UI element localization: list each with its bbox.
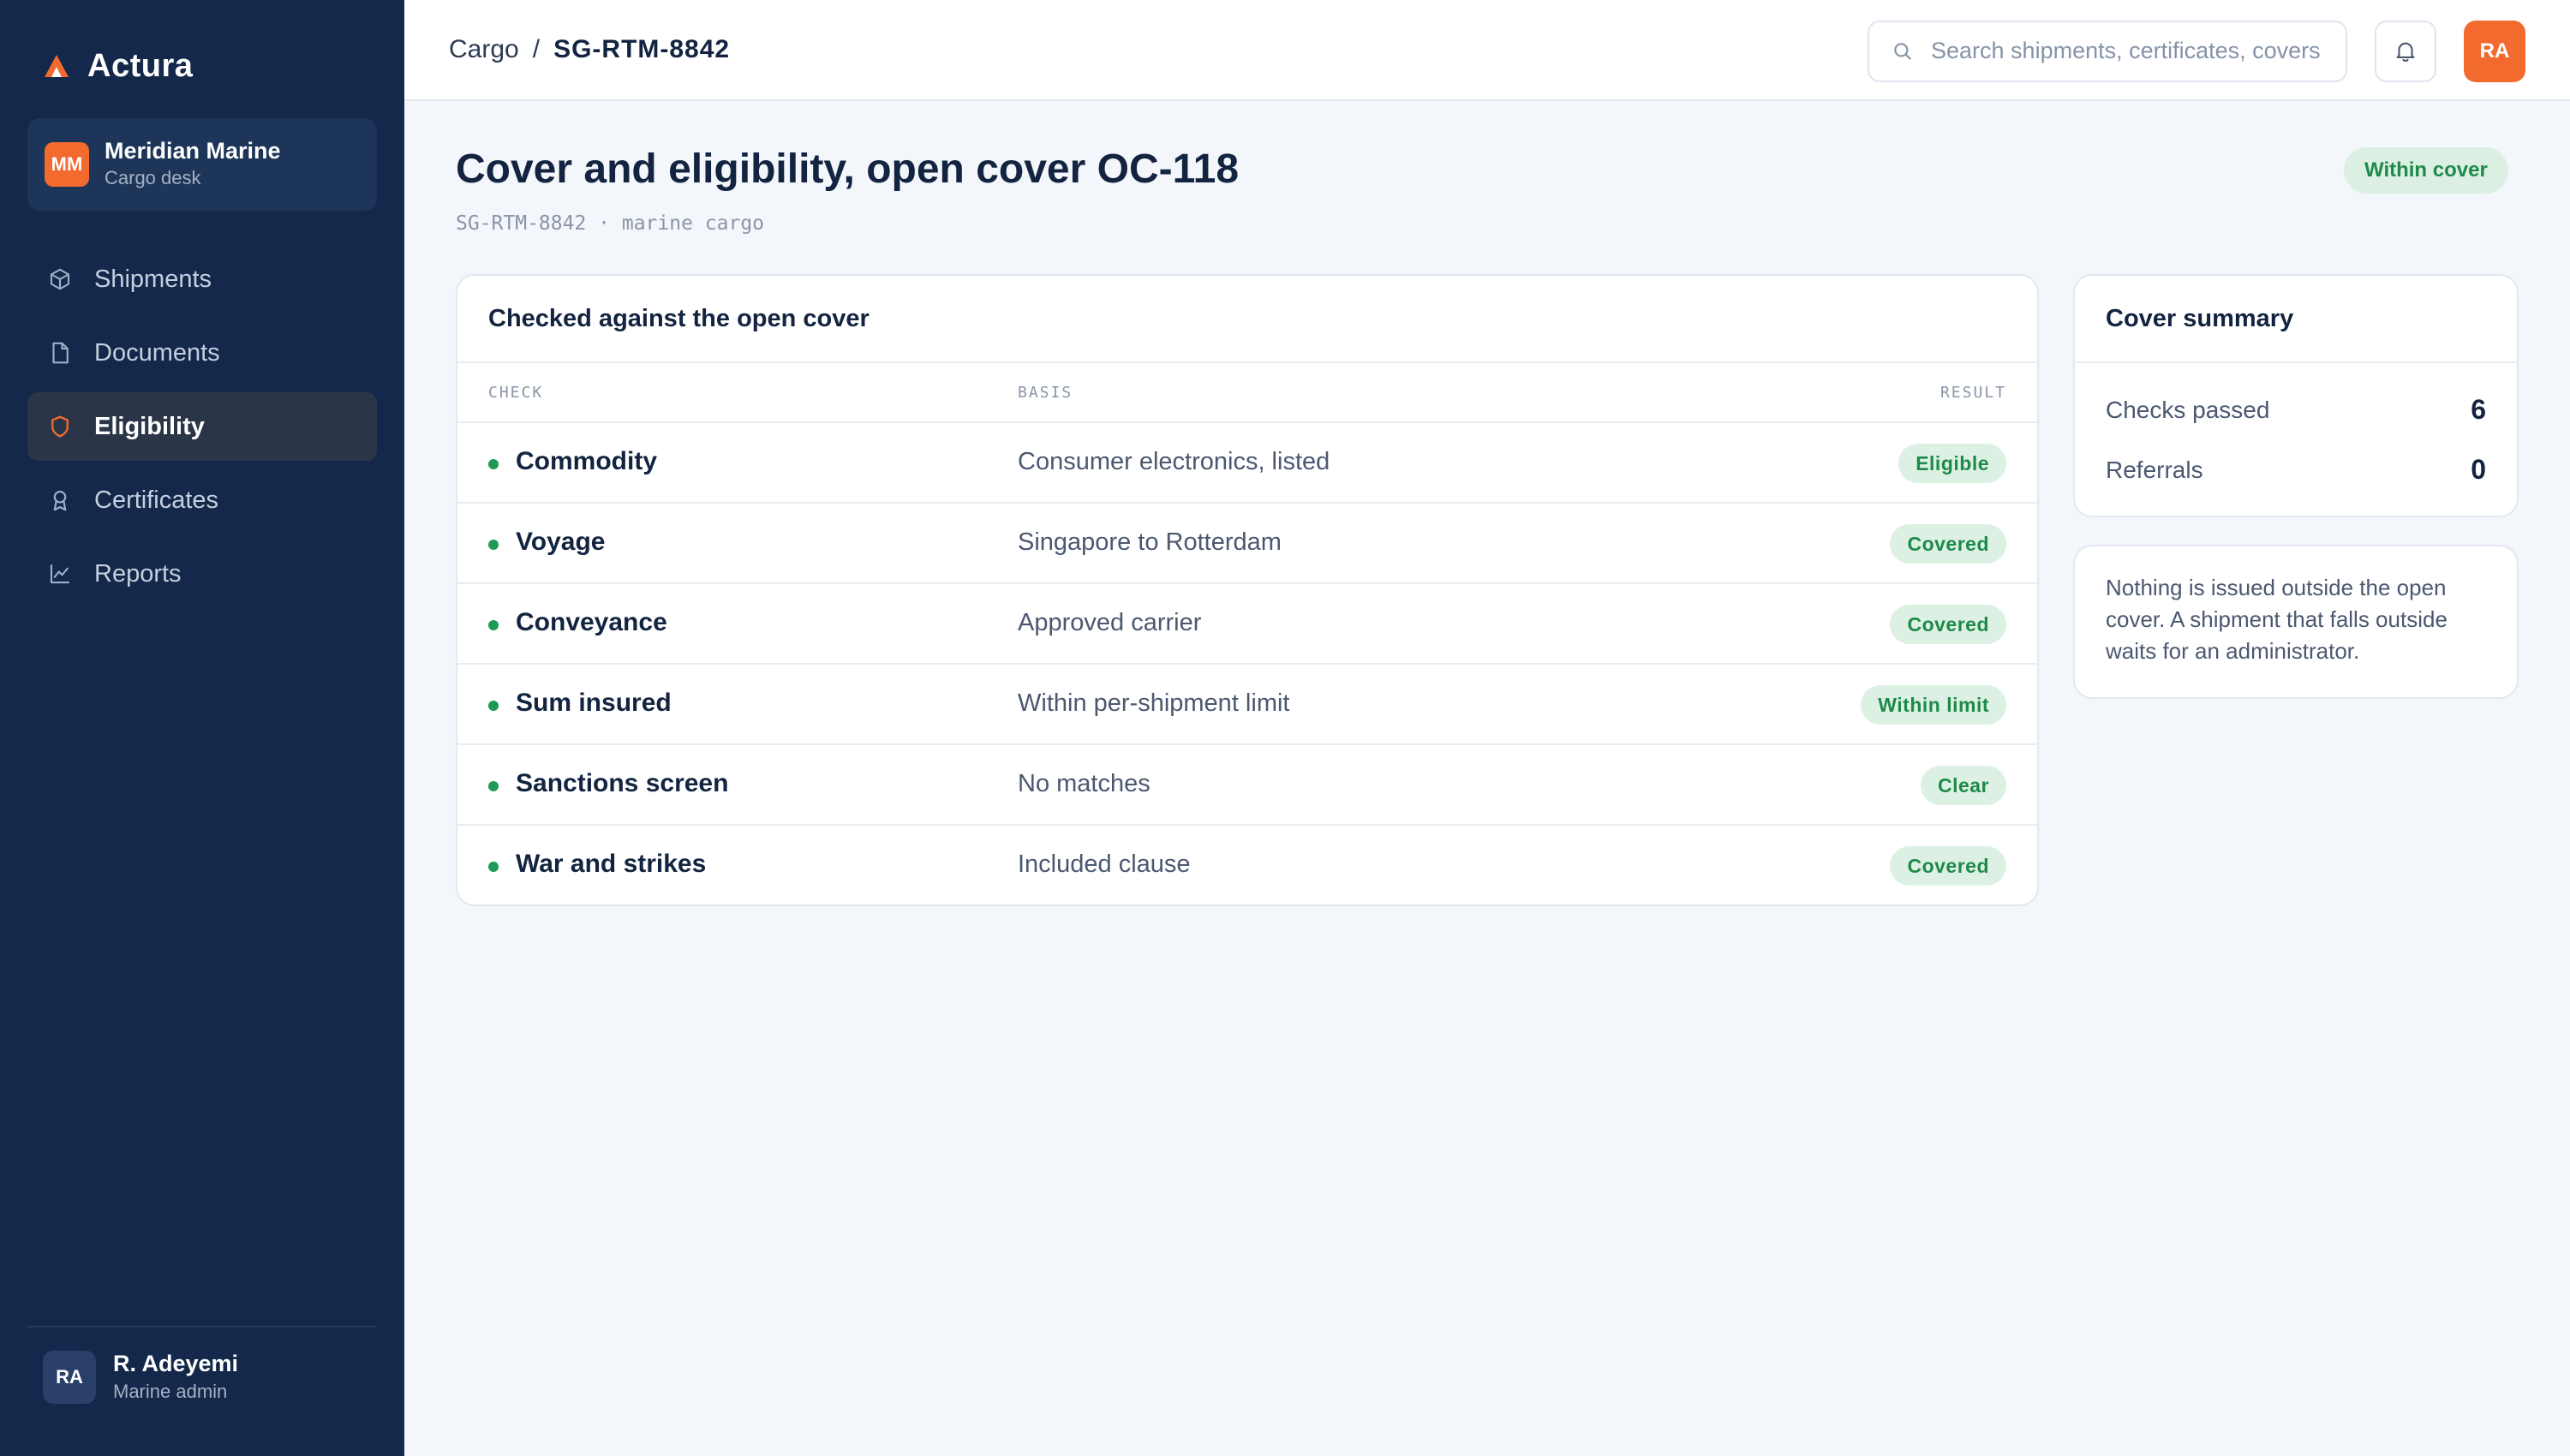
sidebar-item-label: Eligibility — [94, 412, 205, 440]
check-basis: No matches — [1018, 770, 1151, 797]
user-avatar: RA — [43, 1351, 96, 1405]
status-dot — [488, 701, 499, 711]
breadcrumb-separator: / — [532, 35, 541, 63]
page-title: Cover and eligibility, open cover OC-118 — [456, 146, 1240, 192]
breadcrumb-cargo[interactable]: Cargo — [449, 35, 519, 64]
column-header-result: RESULT — [1939, 384, 2006, 402]
check-basis: Consumer electronics, listed — [1018, 448, 1330, 475]
result-badge: Within limit — [1861, 685, 2006, 725]
check-name: Conveyance — [516, 608, 667, 636]
checks-passed-value: 6 — [2471, 394, 2486, 425]
check-name: Sanctions screen — [516, 769, 729, 797]
topbar: Cargo / SG-RTM-8842 Search shipments, ce… — [404, 0, 2570, 101]
summary-card-title: Cover summary — [2075, 276, 2517, 363]
box-icon — [46, 266, 74, 293]
check-name: Commodity — [516, 447, 657, 475]
sidebar-nav: Shipments Documents Eligibility Certific… — [27, 245, 377, 613]
sidebar: Actura MM Meridian Marine Cargo desk Shi… — [0, 0, 404, 1456]
table-row[interactable]: Conveyance Approved carrier Covered — [457, 584, 2037, 665]
summary-row-referrals: Referrals 0 — [2106, 454, 2486, 486]
check-name: Sum insured — [516, 689, 672, 717]
shield-icon — [46, 413, 74, 440]
result-badge: Covered — [1890, 524, 2006, 564]
sidebar-item-label: Documents — [94, 338, 220, 367]
summary-row-checks-passed: Checks passed 6 — [2106, 394, 2486, 426]
check-name: Voyage — [516, 528, 606, 556]
user-profile[interactable]: RA R. Adeyemi Marine admin — [43, 1350, 238, 1405]
referrals-label: Referrals — [2106, 456, 2203, 483]
user-role: Marine admin — [113, 1380, 228, 1402]
sidebar-item-label: Shipments — [94, 265, 212, 293]
check-basis: Singapore to Rotterdam — [1018, 528, 1282, 556]
brand-name: Actura — [87, 47, 194, 84]
sidebar-item-documents[interactable]: Documents — [27, 319, 377, 387]
sidebar-item-certificates[interactable]: Certificates — [27, 466, 377, 534]
breadcrumb-current: SG-RTM-8842 — [553, 35, 731, 63]
status-dot — [488, 540, 499, 550]
document-icon — [46, 339, 74, 367]
checks-card-title: Checked against the open cover — [457, 276, 2037, 363]
result-badge: Clear — [1920, 766, 2006, 805]
referrals-value: 0 — [2471, 454, 2486, 485]
result-badge: Covered — [1890, 846, 2006, 886]
check-name: War and strikes — [516, 850, 707, 878]
sidebar-divider — [27, 1326, 377, 1328]
workspace-role: Cargo desk — [105, 166, 201, 188]
column-header-check: CHECK — [488, 384, 544, 402]
sidebar-item-label: Reports — [94, 559, 182, 588]
status-badge: Within cover — [2344, 147, 2508, 194]
status-dot — [488, 781, 499, 791]
chart-icon — [46, 560, 74, 588]
actura-logo-icon — [45, 55, 69, 77]
sidebar-item-shipments[interactable]: Shipments — [27, 245, 377, 313]
breadcrumb: Cargo / SG-RTM-8842 — [449, 31, 730, 69]
policy-note-card: Nothing is issued outside the open cover… — [2073, 545, 2519, 699]
checks-table-header: CHECK BASIS RESULT — [457, 363, 2037, 423]
table-row[interactable]: Sum insured Within per-shipment limit Wi… — [457, 665, 2037, 745]
table-row[interactable]: Voyage Singapore to Rotterdam Covered — [457, 504, 2037, 584]
table-row[interactable]: Sanctions screen No matches Clear — [457, 745, 2037, 826]
account-avatar-button[interactable]: RA — [2464, 21, 2525, 82]
workspace-name: Meridian Marine — [105, 138, 281, 164]
status-dot — [488, 862, 499, 872]
brand[interactable]: Actura — [43, 45, 193, 87]
table-row[interactable]: War and strikes Included clause Covered — [457, 826, 2037, 906]
award-icon — [46, 486, 74, 514]
check-basis: Within per-shipment limit — [1018, 689, 1290, 717]
policy-note-text: Nothing is issued outside the open cover… — [2106, 575, 2447, 664]
workspace-switcher[interactable]: MM Meridian Marine Cargo desk — [27, 118, 377, 211]
sidebar-item-reports[interactable]: Reports — [27, 540, 377, 608]
notifications-button[interactable] — [2375, 21, 2436, 82]
workspace-avatar: MM — [45, 142, 89, 187]
bell-icon — [2396, 42, 2415, 62]
search-input[interactable]: Search shipments, certificates, covers — [1868, 21, 2347, 82]
search-placeholder: Search shipments, certificates, covers — [1931, 38, 2321, 64]
result-badge: Eligible — [1898, 444, 2006, 483]
status-dot — [488, 620, 499, 630]
status-dot — [488, 459, 499, 469]
user-name: R. Adeyemi — [113, 1351, 239, 1376]
search-icon — [1894, 43, 1911, 60]
cover-summary-card: Cover summary Checks passed 6 Referrals … — [2073, 274, 2519, 517]
check-basis: Included clause — [1018, 850, 1191, 878]
eligibility-checks-card: Checked against the open cover CHECK BAS… — [456, 274, 2039, 906]
sidebar-item-label: Certificates — [94, 486, 219, 514]
result-badge: Covered — [1890, 605, 2006, 644]
sidebar-item-eligibility[interactable]: Eligibility — [27, 392, 377, 461]
check-basis: Approved carrier — [1018, 609, 1202, 636]
column-header-basis: BASIS — [1018, 384, 1073, 402]
checks-passed-label: Checks passed — [2106, 396, 2270, 423]
page-subtitle: SG-RTM-8842 · marine cargo — [456, 212, 765, 235]
table-row[interactable]: Commodity Consumer electronics, listed E… — [457, 423, 2037, 504]
